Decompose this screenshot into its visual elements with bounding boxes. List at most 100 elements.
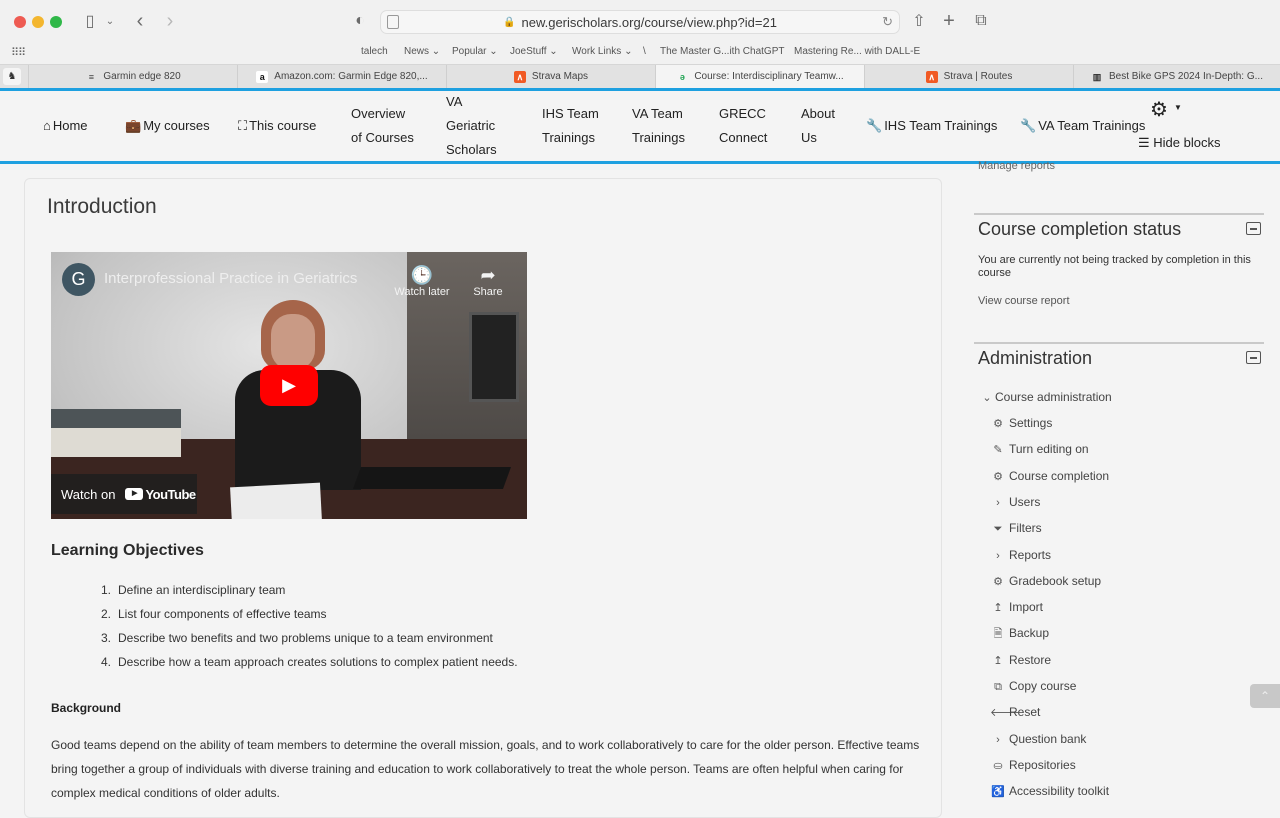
manage-reports-link[interactable]: Manage reports xyxy=(978,160,1055,172)
chevron-right-icon: › xyxy=(996,733,1000,746)
admin-item[interactable]: ✎ Turn editing on xyxy=(990,439,1088,459)
address-bar[interactable]: 🔒 new.gerischolars.org/course/view.php?i… xyxy=(380,10,900,34)
bookmark-joestuff[interactable]: JoeStuff ⌄ xyxy=(510,46,558,57)
nav-va-geriatric-scholars[interactable]: VA Geriatric Scholars xyxy=(446,90,497,162)
nav-va-trainings-wrench[interactable]: 🔧 VA Team Trainings xyxy=(1020,114,1145,138)
nav-my-courses[interactable]: 💼 My courses xyxy=(125,114,210,138)
video-title[interactable]: Interprofessional Practice in Geriatrics xyxy=(104,270,357,287)
watch-on-youtube-button[interactable]: Watch on ▶ YouTube xyxy=(51,474,197,514)
collapse-block-icon[interactable] xyxy=(1246,222,1261,235)
nav-ihs-team-trainings[interactable]: IHS Team Trainings xyxy=(542,102,599,150)
administration-block: Administration xyxy=(974,342,1264,382)
admin-item[interactable]: 🗎 Backup xyxy=(990,623,1049,643)
nav-label: Scholars xyxy=(446,142,497,157)
window-maximize-button[interactable] xyxy=(50,16,62,28)
share-icon[interactable]: ⇧ xyxy=(910,11,928,31)
admin-item[interactable]: ⚙ Course completion xyxy=(990,466,1109,486)
nav-label: Geriatric xyxy=(446,118,496,133)
nav-ihs-trainings-wrench[interactable]: 🔧 IHS Team Trainings xyxy=(866,114,997,138)
admin-label: Question bank xyxy=(1009,731,1087,746)
pinned-tab[interactable]: ♞ xyxy=(3,68,21,85)
video-scene-monitor xyxy=(469,312,519,402)
back-arrow-icon[interactable]: ‹ xyxy=(132,10,148,32)
forward-arrow-icon[interactable]: › xyxy=(162,10,178,32)
nav-va-team-trainings[interactable]: VA Team Trainings xyxy=(632,102,685,150)
bookmark-popular[interactable]: Popular ⌄ xyxy=(452,46,498,57)
watch-on-label: Watch on xyxy=(61,486,116,502)
bookmark-backslash[interactable]: \ xyxy=(643,46,646,57)
nav-label: IHS Team Trainings xyxy=(884,118,998,133)
admin-item[interactable]: › Users xyxy=(990,492,1040,512)
admin-item[interactable]: ⚙ Gradebook setup xyxy=(990,571,1101,591)
admin-label: Course administration xyxy=(995,390,1112,404)
upload-arrow-icon: ↥ xyxy=(993,654,1003,667)
youtube-wordmark: YouTube xyxy=(145,486,196,502)
collapse-block-icon[interactable] xyxy=(1246,351,1261,364)
new-tab-plus-icon[interactable]: + xyxy=(940,10,958,32)
privacy-shield-icon[interactable]: ◐ xyxy=(352,11,368,31)
dog-favicon-icon: ♞ xyxy=(7,71,17,82)
admin-label: Import xyxy=(1009,600,1044,615)
admin-item[interactable]: › Reports xyxy=(990,545,1051,565)
window-close-button[interactable] xyxy=(14,16,26,28)
tab-garmin[interactable]: ≡ Garmin edge 820 xyxy=(28,65,237,88)
bookmark-master-chatgpt[interactable]: The Master G...ith ChatGPT xyxy=(660,46,784,57)
play-button[interactable]: ▶ xyxy=(260,365,318,406)
gear-icon: ⚙ xyxy=(993,575,1003,588)
bookmark-news[interactable]: News ⌄ xyxy=(404,46,440,57)
site-navbar: ⌂ Home 💼 My courses ⛶ This course Overview o… xyxy=(0,88,1280,164)
chevron-down-icon[interactable]: ⌄ xyxy=(104,11,116,31)
settings-gear-icon[interactable]: ⚙ xyxy=(1150,97,1168,122)
nav-home[interactable]: ⌂ Home xyxy=(43,114,88,138)
tab-strava-routes[interactable]: ∧ Strava | Routes xyxy=(864,65,1073,88)
view-course-report-link[interactable]: View course report xyxy=(978,295,1070,307)
admin-label: Reports xyxy=(1009,547,1052,562)
completion-status-text: You are currently not being tracked by c… xyxy=(978,254,1251,279)
admin-course-administration[interactable]: ⌄ Course administration xyxy=(982,387,1112,407)
upload-arrow-icon: ↥ xyxy=(993,602,1003,615)
bookmark-mastering-dalle[interactable]: Mastering Re... with DALL-E xyxy=(794,46,920,57)
caret-down-icon[interactable]: ▼ xyxy=(1174,103,1182,112)
nav-overview-of-courses[interactable]: Overview of Courses xyxy=(351,102,414,150)
tab-title: Amazon.com: Garmin Edge 820,... xyxy=(274,71,428,82)
watch-later-button[interactable]: 🕒 Watch later xyxy=(390,264,454,298)
tab-strava-maps[interactable]: ∧ Strava Maps xyxy=(446,65,655,88)
tab-best-bike-gps[interactable]: ▥ Best Bike GPS 2024 In-Depth: G... xyxy=(1073,65,1280,88)
chevron-down-icon: ⌄ xyxy=(489,46,498,57)
chevron-down-icon: ⌄ xyxy=(431,46,441,57)
tab-overview-icon[interactable]: ⧉ xyxy=(972,11,990,31)
bookmark-work-links[interactable]: Work Links ⌄ xyxy=(572,46,632,57)
nav-this-course[interactable]: ⛶ This course xyxy=(238,114,316,138)
share-button[interactable]: ➦ Share xyxy=(464,264,512,298)
nav-grecc-connect[interactable]: GRECC Connect xyxy=(719,102,767,150)
admin-item[interactable]: ♿ Accessibility toolkit xyxy=(990,781,1109,801)
apps-grid-icon[interactable]: ⠿⠿ xyxy=(11,46,26,59)
channel-avatar[interactable]: G xyxy=(62,263,95,296)
presenter-face xyxy=(271,314,315,370)
admin-item[interactable]: ↥ Restore xyxy=(990,650,1051,670)
youtube-embed[interactable]: G Interprofessional Practice in Geriatri… xyxy=(51,252,527,519)
bookmark-talech[interactable]: talech xyxy=(361,46,388,57)
admin-item[interactable]: ⏷ Filters xyxy=(990,518,1042,538)
admin-item[interactable]: ↥ Import xyxy=(990,597,1043,617)
reader-view-icon[interactable] xyxy=(387,15,399,29)
objective-text: Describe how a team approach creates sol… xyxy=(118,655,518,669)
admin-item[interactable]: ⛀ Repositories xyxy=(990,755,1075,775)
hide-blocks-button[interactable]: ☰ Hide blocks xyxy=(1138,135,1220,151)
admin-item[interactable]: 🡐Reset xyxy=(990,702,1040,722)
tab-course-active[interactable]: ə Course: Interdisciplinary Teamw... xyxy=(655,65,864,88)
tab-title: Strava | Routes xyxy=(943,71,1013,82)
sidebar-toggle-icon[interactable]: ▯ xyxy=(80,11,100,31)
nav-about-us[interactable]: About Us xyxy=(801,102,835,150)
window-minimize-button[interactable] xyxy=(32,16,44,28)
scroll-to-top-button[interactable]: ⌃ xyxy=(1250,684,1280,708)
tab-amazon[interactable]: a Amazon.com: Garmin Edge 820,... xyxy=(237,65,446,88)
objective-text: Define an interdisciplinary team xyxy=(118,583,286,597)
chevron-up-icon: ⌃ xyxy=(1259,689,1271,703)
admin-item[interactable]: ⧉ Copy course xyxy=(990,676,1076,696)
admin-item[interactable]: ⚙ Settings xyxy=(990,413,1052,433)
reload-icon[interactable]: ↻ xyxy=(882,14,893,30)
admin-item[interactable]: › Question bank xyxy=(990,729,1086,749)
objectives-list: 1. Define an interdisciplinary team 2. Lis… xyxy=(101,578,518,674)
admin-label: Copy course xyxy=(1009,679,1077,693)
